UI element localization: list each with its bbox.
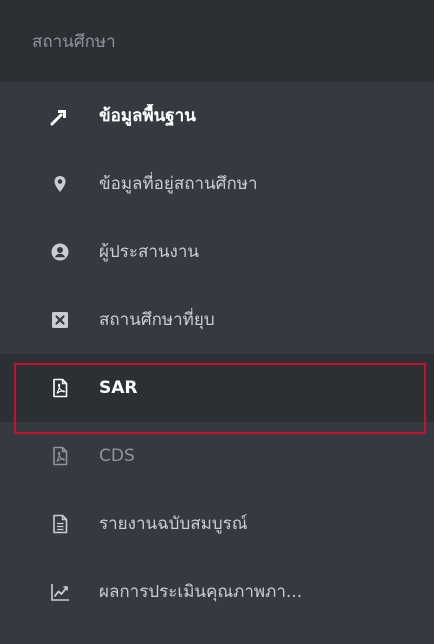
pdf-file-icon bbox=[53, 378, 68, 398]
sidebar-item-basic-info[interactable]: ข้อมูลพื้นฐาน bbox=[0, 82, 434, 150]
sidebar-item-label: SAR bbox=[99, 378, 138, 398]
sidebar-item-full-report[interactable]: รายงานฉบับสมบูรณ์ bbox=[0, 490, 434, 558]
sidebar-item-cds[interactable]: CDS bbox=[0, 422, 434, 490]
hammer-icon bbox=[50, 110, 66, 126]
sidebar-item-closed-schools[interactable]: สถานศึกษาที่ยุบ bbox=[0, 286, 434, 354]
sidebar-menu: ข้อมูลพื้นฐาน ข้อมูลที่อยู่สถานศึกษา ผู้… bbox=[0, 82, 434, 644]
sidebar-item-label: รายงานฉบับสมบูรณ์ bbox=[99, 514, 248, 534]
sidebar-item-label: ข้อมูลที่อยู่สถานศึกษา bbox=[99, 174, 258, 194]
map-marker-icon bbox=[54, 176, 66, 192]
document-icon bbox=[53, 514, 68, 534]
pdf-file-icon bbox=[53, 446, 68, 466]
user-circle-icon bbox=[51, 243, 69, 261]
line-chart-icon bbox=[51, 584, 69, 601]
sidebar-item-label: ผลการประเมินคุณภาพภา... bbox=[99, 582, 303, 602]
sidebar-item-address[interactable]: ข้อมูลที่อยู่สถานศึกษา bbox=[0, 150, 434, 218]
section-title: สถานศึกษา bbox=[32, 32, 116, 52]
sidebar-item-label: สถานศึกษาที่ยุบ bbox=[99, 310, 215, 330]
sidebar-item-label: ผู้ประสานงาน bbox=[99, 242, 200, 262]
close-box-icon bbox=[52, 312, 68, 328]
sidebar-item-sar[interactable]: SAR bbox=[0, 354, 434, 422]
sidebar-item-coordinator[interactable]: ผู้ประสานงาน bbox=[0, 218, 434, 286]
section-header: สถานศึกษา bbox=[0, 0, 434, 82]
sidebar: สถานศึกษา ข้อมูลพื้นฐาน ข้อมูลที่อยู่สถา… bbox=[0, 0, 434, 644]
sidebar-item-label: CDS bbox=[99, 446, 135, 466]
sidebar-item-quality-assessment[interactable]: ผลการประเมินคุณภาพภา... bbox=[0, 558, 434, 626]
sidebar-item-label: ข้อมูลพื้นฐาน bbox=[99, 106, 196, 126]
